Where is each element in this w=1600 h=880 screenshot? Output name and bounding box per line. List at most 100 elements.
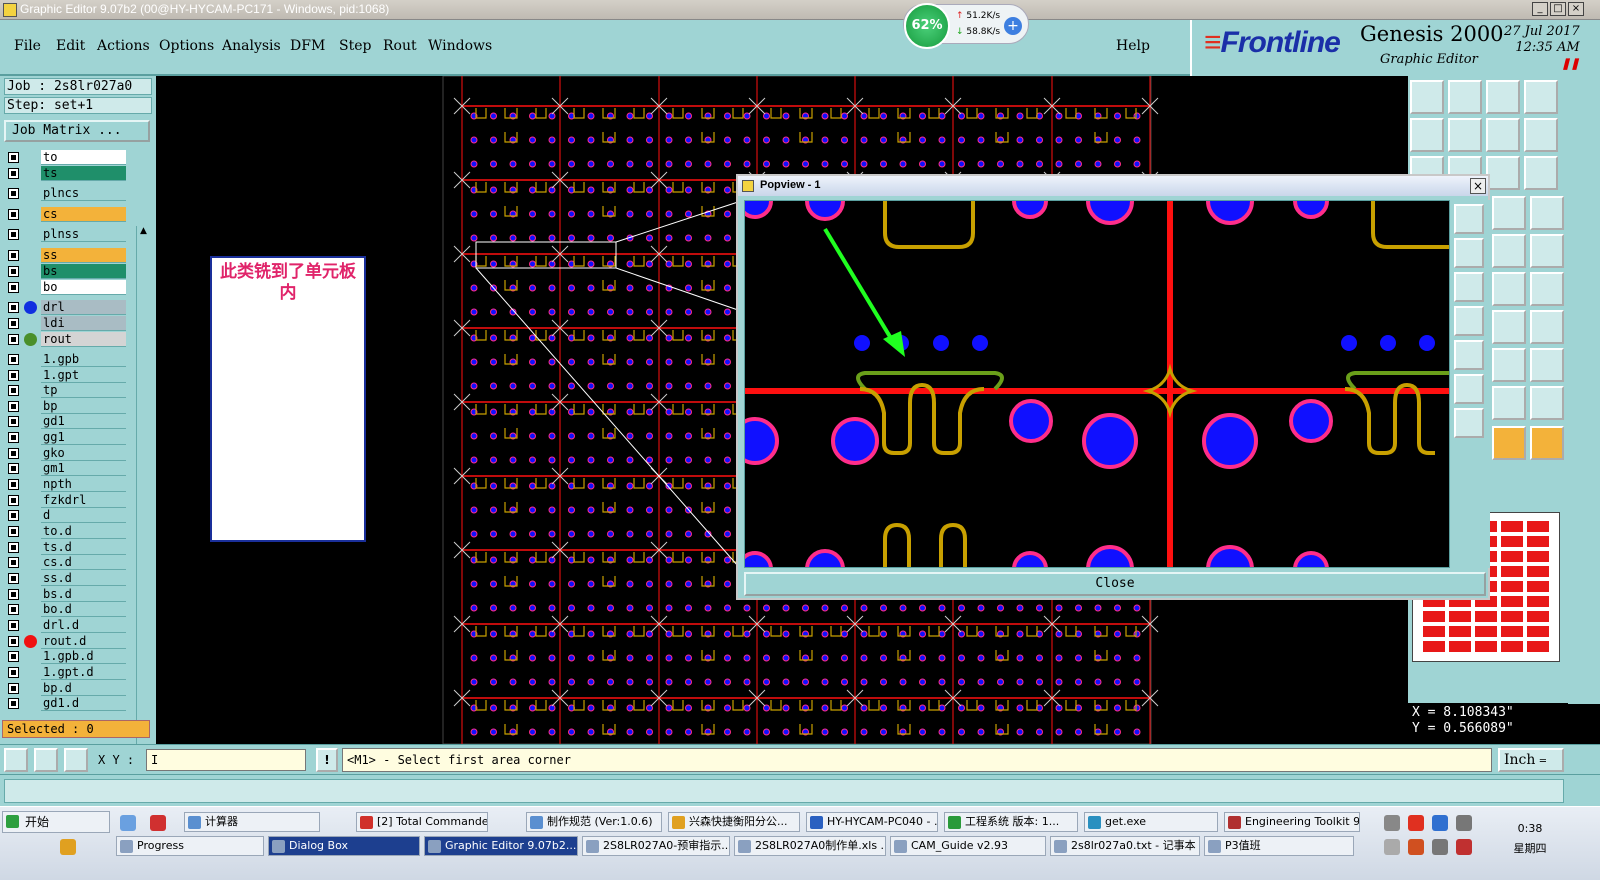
layer-checkbox[interactable] (8, 152, 19, 163)
layer-checkbox[interactable] (8, 698, 19, 709)
layer-name[interactable]: gd1 (41, 414, 126, 429)
right-icon[interactable] (1448, 118, 1482, 152)
measure-pad-icon[interactable] (1492, 196, 1526, 230)
layer-name[interactable]: ldi (41, 316, 126, 331)
menu-options[interactable]: Options (159, 38, 214, 54)
text-a-icon[interactable] (1492, 386, 1526, 420)
layer-row-ldi[interactable]: ldi (4, 316, 126, 331)
layer-checkbox[interactable] (8, 354, 19, 365)
window-icon[interactable] (1524, 80, 1558, 114)
layer-name[interactable]: 1.gpt.d (41, 665, 126, 680)
layer-row-bs[interactable]: bs (4, 264, 126, 279)
taskbar-item[interactable]: P3值班 (1204, 836, 1354, 856)
layer-checkbox[interactable] (8, 651, 19, 662)
layer-checkbox[interactable] (8, 526, 19, 537)
menu-rout[interactable]: Rout (383, 38, 417, 54)
layer-row-gm1[interactable]: gm1 (4, 461, 126, 476)
layer-checkbox[interactable] (8, 667, 19, 678)
pan-left-icon[interactable] (1454, 306, 1484, 336)
menu-windows[interactable]: Windows (428, 38, 492, 54)
layer-checkbox[interactable] (8, 168, 19, 179)
menu-analysis[interactable]: Analysis (222, 38, 281, 54)
layer-row-1-gpb-d[interactable]: 1.gpb.d (4, 649, 126, 664)
layer-down-icon[interactable] (1448, 80, 1482, 114)
taskbar-item[interactable]: Graphic Editor 9.07b2... (424, 836, 578, 856)
layer-checkbox[interactable] (8, 266, 19, 277)
layer-row-rout-d[interactable]: rout.d (4, 634, 126, 649)
layer-name[interactable]: ts (41, 166, 126, 181)
layer-name[interactable]: ts.d (41, 540, 126, 555)
job-matrix-button[interactable]: Job Matrix ... (4, 120, 150, 142)
layer-checkbox[interactable] (8, 401, 19, 412)
snap-icon[interactable] (4, 748, 28, 772)
layer-row-bs-d[interactable]: bs.d (4, 587, 126, 602)
layer-name[interactable]: ss (41, 248, 126, 263)
help-icon[interactable] (1524, 156, 1558, 190)
taskbar-item[interactable]: Dialog Box (268, 836, 420, 856)
layer-name[interactable]: 1.gpt (41, 368, 126, 383)
layer-row-npth[interactable]: npth (4, 477, 126, 492)
layer-name[interactable]: cs (41, 207, 126, 222)
ratio-icon[interactable] (1486, 156, 1520, 190)
taskbar-item[interactable]: 2S8LR027A0-预审指示... (582, 836, 730, 856)
layer-down-icon[interactable] (1454, 272, 1484, 302)
layer-name[interactable]: gm1 (41, 461, 126, 476)
layer-checkbox[interactable] (8, 370, 19, 381)
layer-name[interactable]: bp.d (41, 681, 126, 696)
layer-name[interactable]: plncs (41, 186, 126, 201)
layer-row-bp[interactable]: bp (4, 399, 126, 414)
xy-input[interactable] (146, 749, 306, 771)
layer-checkbox[interactable] (8, 589, 19, 600)
layer-row-gko[interactable]: gko (4, 446, 126, 461)
layer-row-ts[interactable]: ts (4, 166, 126, 181)
layer-row-to-d[interactable]: to.d (4, 524, 126, 539)
layer-row-bp-d[interactable]: bp.d (4, 681, 126, 696)
popview-zoom-view[interactable] (744, 200, 1450, 568)
layer-name[interactable]: bo (41, 280, 126, 295)
layer-checkbox[interactable] (8, 334, 19, 345)
tray-icon[interactable] (1408, 839, 1424, 855)
menu-step[interactable]: Step (339, 38, 371, 54)
text-b-icon[interactable] (1530, 386, 1564, 420)
split-icon[interactable] (1530, 310, 1564, 344)
layer-checkbox[interactable] (8, 188, 19, 199)
layer-row-cs[interactable]: cs (4, 207, 126, 222)
layer-checkbox[interactable] (8, 604, 19, 615)
layer-checkbox[interactable] (8, 557, 19, 568)
layer-name[interactable]: tp (41, 383, 126, 398)
drill-icon[interactable] (1530, 196, 1564, 230)
layer-row-gd1[interactable]: gd1 (4, 414, 126, 429)
layer-row-1-gpt[interactable]: 1.gpt (4, 368, 126, 383)
layer-name[interactable]: rout (41, 332, 126, 347)
unit-selector[interactable]: Inch ═ (1498, 748, 1564, 772)
layer-row-d[interactable]: d (4, 508, 126, 523)
layer-checkbox[interactable] (8, 479, 19, 490)
left-icon[interactable] (1410, 118, 1444, 152)
layer-row-drl[interactable]: drl (4, 300, 126, 315)
tray-icon[interactable] (1432, 839, 1448, 855)
layer-checkbox[interactable] (8, 510, 19, 521)
tray-icon[interactable] (1384, 839, 1400, 855)
layer-row-bo-d[interactable]: bo.d (4, 602, 126, 617)
layer-checkbox[interactable] (8, 302, 19, 313)
undo-icon[interactable] (1492, 310, 1526, 344)
layer-checkbox[interactable] (8, 620, 19, 631)
layer-name[interactable]: rout.d (41, 634, 126, 649)
layer-name[interactable]: to.d (41, 524, 126, 539)
cursor-icon[interactable] (1492, 426, 1526, 460)
menu-file[interactable]: File (14, 38, 41, 54)
zoom-drawing[interactable] (745, 201, 1450, 568)
layer-row-gd1-d[interactable]: gd1.d (4, 696, 126, 711)
plus-icon[interactable]: + (1004, 17, 1022, 35)
layer-checkbox[interactable] (8, 542, 19, 553)
ruler-icon[interactable] (1492, 234, 1526, 268)
minimize-button[interactable]: _ (1532, 2, 1548, 16)
taskbar-item[interactable]: Progress (116, 836, 264, 856)
layer-name[interactable]: to (41, 150, 126, 165)
layer-name[interactable]: drl.d (41, 618, 126, 633)
layer-up-icon[interactable] (1454, 238, 1484, 268)
layer-name[interactable]: gko (41, 446, 126, 461)
zoom-fit-icon[interactable] (1454, 204, 1484, 234)
zoom-out-icon[interactable] (1454, 408, 1484, 438)
pan-right-icon[interactable] (1454, 340, 1484, 370)
